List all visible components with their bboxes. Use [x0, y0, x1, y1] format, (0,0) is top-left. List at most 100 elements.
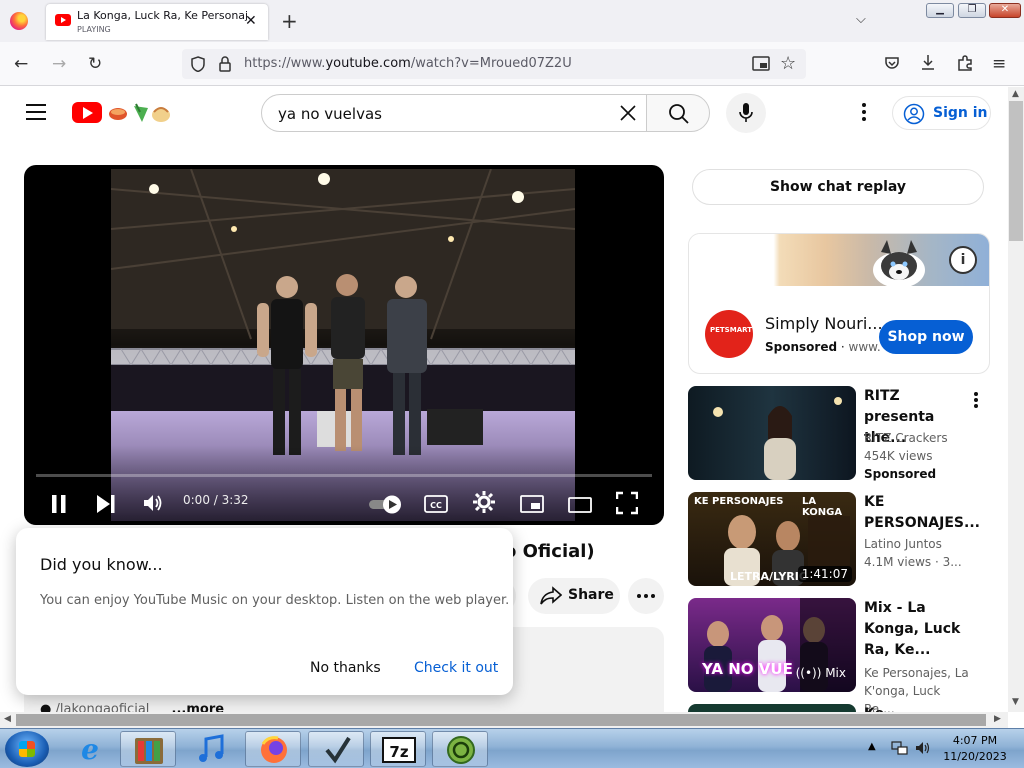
miniplayer-icon[interactable]	[520, 491, 544, 517]
show-more-link[interactable]: ...more	[172, 702, 225, 712]
next-track-icon[interactable]	[96, 491, 116, 517]
svg-text:e: e	[81, 733, 99, 766]
recommended-video[interactable]: KE PERSONAJES LA KONGA LETRA/LYRIC 1:41:…	[688, 492, 988, 588]
show-hidden-icons-icon[interactable]: ▲	[868, 741, 876, 752]
youtube-page: ya no vuelvas Sign in 0:00 / 3:32 CC o O…	[0, 87, 1008, 712]
taskbar-clock[interactable]: 4:07 PM 11/20/2023	[940, 733, 1010, 765]
media-app-icon[interactable]	[120, 731, 176, 767]
window-close-button[interactable]: ✕	[989, 3, 1021, 18]
extensions-puzzle-icon[interactable]	[956, 54, 974, 72]
rec-channel[interactable]: RITZ Crackers	[864, 431, 948, 445]
pause-icon[interactable]	[50, 491, 68, 517]
scroll-left-arrow-icon[interactable]: ◀	[4, 714, 11, 724]
firefox-taskbar-icon[interactable]	[245, 731, 301, 767]
ad-card[interactable]: i PETSMART Simply Nouri... Sponsored · w…	[688, 233, 990, 374]
speaker-icon[interactable]	[914, 739, 932, 757]
clear-search-icon[interactable]	[616, 101, 640, 125]
pocket-icon[interactable]	[884, 55, 900, 71]
sign-in-label: Sign in	[933, 105, 988, 121]
bookmark-star-icon[interactable]: ☆	[780, 53, 796, 74]
ad-sponsored-line: Sponsored · www.	[765, 340, 881, 354]
recommended-video[interactable]: Ke Personajes...	[688, 704, 988, 712]
window-restore-button[interactable]: ❐	[958, 3, 986, 18]
recommended-video[interactable]: RITZ presenta the... RITZ Crackers 454K …	[688, 386, 988, 482]
rec-channel[interactable]: Latino Juntos	[864, 537, 942, 551]
vertical-scroll-thumb[interactable]	[1009, 101, 1023, 241]
progress-bar[interactable]	[36, 474, 652, 477]
scroll-down-arrow-icon[interactable]: ▼	[1012, 697, 1019, 707]
ad-banner-image	[689, 234, 989, 286]
no-thanks-button[interactable]: No thanks	[310, 660, 381, 676]
horizontal-scrollbar[interactable]: ◀ ▶	[0, 712, 1008, 728]
svg-text:7z: 7z	[389, 743, 408, 761]
more-actions-button[interactable]	[628, 578, 664, 614]
search-input[interactable]: ya no vuelvas	[278, 105, 382, 123]
checkmark-app-icon[interactable]	[308, 731, 364, 767]
scroll-right-arrow-icon[interactable]: ▶	[994, 714, 1001, 724]
tracking-shield-icon[interactable]	[190, 56, 206, 72]
new-tab-button[interactable]: +	[281, 9, 298, 33]
channel-globe-icon: ●	[40, 702, 52, 712]
ad-info-icon[interactable]: i	[949, 246, 977, 274]
green-app-icon[interactable]	[432, 731, 488, 767]
rec-sponsored-badge: Sponsored	[864, 467, 937, 481]
autoplay-toggle-icon[interactable]	[368, 491, 404, 517]
firefox-icon[interactable]	[10, 12, 28, 30]
sign-in-button[interactable]: Sign in	[892, 96, 991, 130]
theater-mode-icon[interactable]	[568, 492, 592, 518]
start-button[interactable]	[5, 731, 49, 767]
lock-icon[interactable]	[218, 55, 232, 73]
rec-menu-kebab-icon[interactable]	[974, 392, 978, 410]
rec-title[interactable]: Ke Personajes...	[864, 704, 964, 712]
settings-gear-icon[interactable]	[472, 489, 496, 515]
time-display: 0:00 / 3:32	[183, 493, 249, 507]
picture-in-picture-icon[interactable]	[752, 56, 770, 72]
vertical-scrollbar[interactable]: ▲ ▼	[1008, 87, 1024, 712]
video-thumbnail[interactable]	[688, 704, 856, 712]
captions-icon[interactable]: CC	[424, 491, 448, 517]
check-it-out-button[interactable]: Check it out	[414, 660, 498, 676]
settings-kebab-icon[interactable]	[858, 103, 870, 123]
ad-title[interactable]: Simply Nouri...	[765, 314, 883, 333]
window-minimize-button[interactable]: ▁	[926, 3, 954, 18]
video-player[interactable]: 0:00 / 3:32 CC	[24, 165, 664, 525]
show-chat-replay-button[interactable]: Show chat replay	[692, 169, 984, 205]
share-button[interactable]: Share	[528, 578, 620, 614]
forward-arrow-icon[interactable]: →	[52, 54, 66, 74]
rec-views: 4.1M views · 3...	[864, 555, 962, 569]
browser-tab-active[interactable]: La Konga, Luck Ra, Ke Personaje PLAYING …	[46, 4, 268, 40]
list-all-tabs-chevron-icon[interactable]: ⌵	[856, 12, 866, 27]
advertiser-logo[interactable]: PETSMART	[705, 310, 753, 358]
itunes-icon[interactable]	[184, 731, 240, 767]
reload-icon[interactable]: ↻	[88, 54, 102, 74]
shop-now-button[interactable]: Shop now	[879, 320, 973, 354]
app-menu-hamburger-icon[interactable]: ≡	[992, 54, 1006, 74]
scroll-up-arrow-icon[interactable]: ▲	[1012, 89, 1019, 99]
volume-icon[interactable]	[142, 490, 164, 516]
youtube-doodle-icon[interactable]	[106, 100, 172, 126]
fullscreen-icon[interactable]	[616, 490, 638, 516]
video-thumbnail[interactable]: KE PERSONAJES LA KONGA LETRA/LYRIC 1:41:…	[688, 492, 856, 586]
description-channel-link[interactable]: ● /lakongaoficial ...more	[40, 702, 224, 712]
share-label: Share	[568, 587, 614, 603]
downloads-icon[interactable]	[920, 54, 936, 72]
voice-search-button[interactable]	[726, 93, 766, 133]
7zip-icon[interactable]: 7z	[370, 731, 426, 767]
rec-title[interactable]: KE PERSONAJES...	[864, 492, 980, 534]
recommended-video[interactable]: YA NO VUE ((•)) Mix Mix - La Konga, Luck…	[688, 598, 988, 712]
url-bar[interactable]: https://www.youtube.com/watch?v=Mroued07…	[182, 49, 806, 79]
video-thumbnail[interactable]: YA NO VUE ((•)) Mix	[688, 598, 856, 692]
search-button[interactable]	[646, 94, 710, 132]
account-circle-icon	[903, 103, 925, 125]
network-icon[interactable]	[890, 739, 908, 757]
rec-title[interactable]: Mix - La Konga, Luck Ra, Ke...	[864, 598, 964, 661]
video-thumbnail[interactable]	[688, 386, 856, 480]
popup-body: You can enjoy YouTube Music on your desk…	[40, 593, 510, 608]
youtube-logo[interactable]	[72, 102, 102, 123]
search-box[interactable]: ya no vuelvas	[261, 94, 647, 132]
internet-explorer-icon[interactable]: e	[62, 731, 118, 767]
horizontal-scroll-thumb[interactable]	[16, 714, 986, 726]
back-arrow-icon[interactable]: ←	[14, 54, 28, 74]
guide-menu-icon[interactable]	[26, 104, 46, 120]
tab-close-icon[interactable]: ✕	[245, 13, 257, 29]
